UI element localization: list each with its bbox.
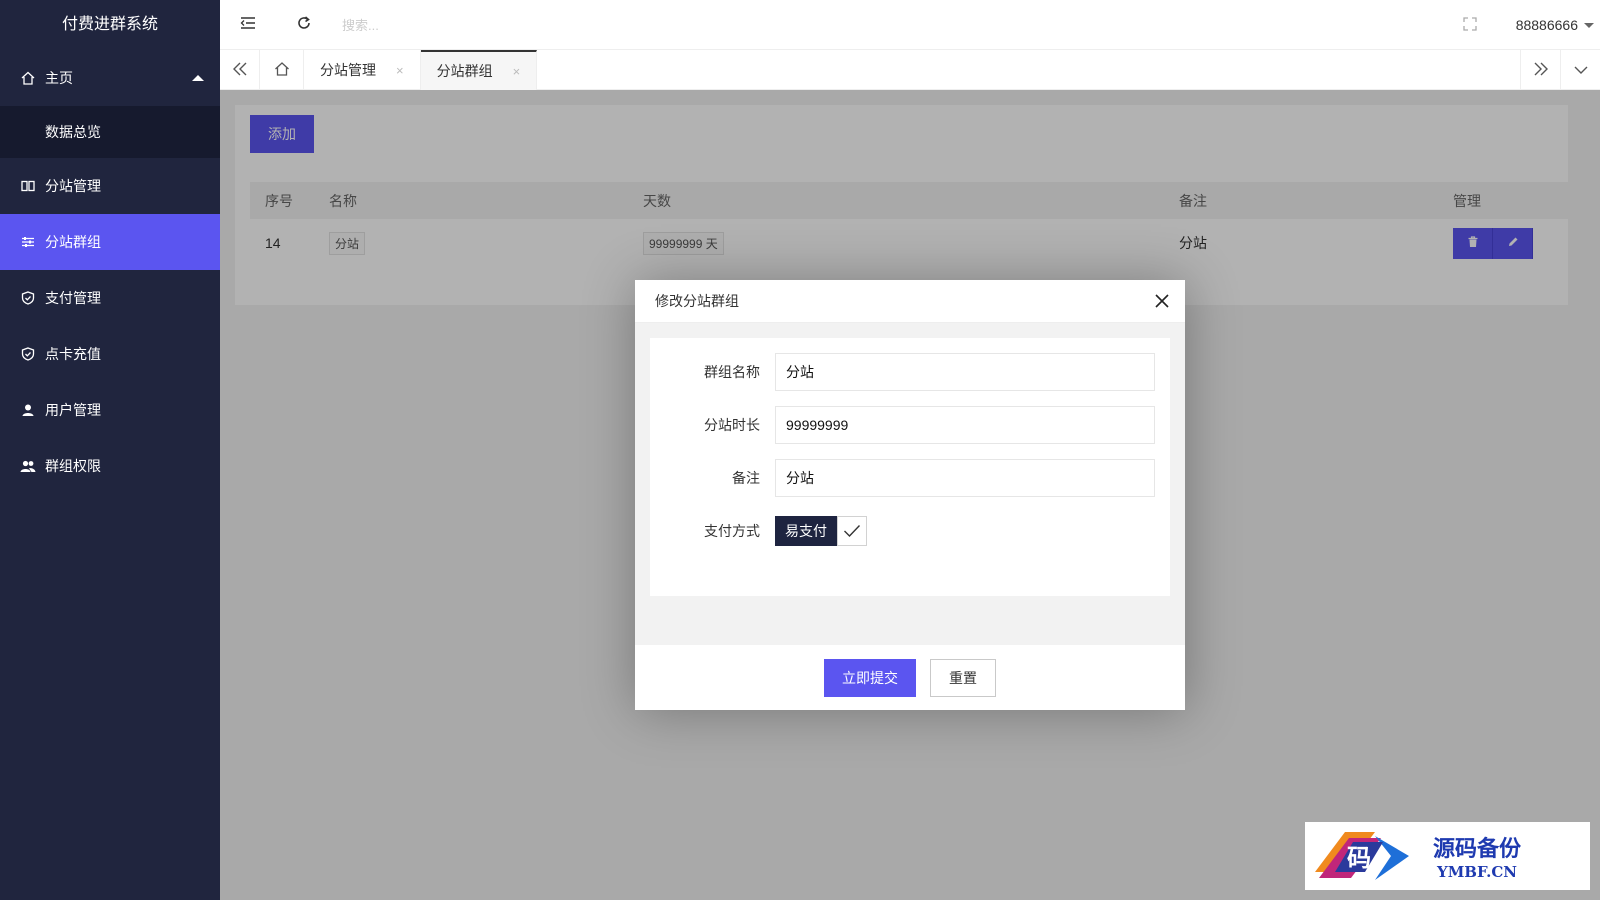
double-chevron-right-icon	[1533, 62, 1549, 79]
sidebar-item-label: 分站群组	[45, 234, 101, 250]
user-icon	[20, 402, 36, 418]
shield-check-icon	[20, 346, 36, 362]
sidebar-item-label: 支付管理	[45, 290, 101, 306]
note-input[interactable]: 分站	[775, 459, 1155, 497]
dialog-header: 修改分站群组	[635, 280, 1185, 323]
payment-option-label: 易支付	[775, 516, 837, 546]
shield-check-icon	[20, 290, 36, 306]
field-label: 支付方式	[704, 523, 760, 539]
svg-text:码: 码	[1347, 843, 1371, 872]
checkmark-icon	[837, 516, 867, 546]
caret-down-icon	[1584, 22, 1594, 28]
sidebar-item-home[interactable]: 主页	[0, 50, 220, 106]
close-icon[interactable]	[1153, 292, 1171, 310]
fullscreen-button[interactable]	[1442, 0, 1498, 50]
watermark-logo: 码	[1315, 832, 1409, 880]
close-icon[interactable]: ×	[396, 63, 404, 78]
tab-label: 分站群组	[436, 63, 493, 79]
dialog-body: 群组名称 分站 分站时长 99999999 备注 分站 支付方式 易支付	[635, 323, 1185, 645]
field-label: 分站时长	[704, 417, 760, 433]
user-menu[interactable]: 88886666	[1498, 17, 1600, 33]
top-header: 搜索... 88886666	[220, 0, 1600, 50]
indent-icon	[240, 16, 256, 33]
watermark: 码 源码备份 YMBF.CN	[1305, 822, 1590, 890]
watermark-en: YMBF.CN	[1437, 863, 1518, 881]
form-row-payment: 支付方式 易支付	[650, 512, 867, 550]
sidebar-item-user-manage[interactable]: 用户管理	[0, 382, 220, 438]
edit-group-dialog: 修改分站群组 群组名称 分站 分站时长 99999999 备注 分站 支付方式 …	[635, 280, 1185, 710]
watermark-cn: 源码备份	[1433, 836, 1522, 862]
sidebar-subitem-label: 数据总览	[45, 124, 101, 140]
submit-button[interactable]: 立即提交	[824, 658, 916, 697]
refresh-button[interactable]	[276, 0, 332, 50]
fullscreen-icon	[1463, 16, 1477, 34]
tab-home[interactable]	[260, 50, 304, 90]
sidebar-item-label: 用户管理	[45, 402, 101, 418]
dialog-footer: 立即提交 重置	[635, 645, 1185, 710]
tab-label: 分站管理	[320, 62, 376, 78]
close-icon[interactable]: ×	[513, 64, 521, 79]
tab-station-group[interactable]: 分站群组 ×	[420, 50, 538, 90]
sidebar-item-card-recharge[interactable]: 点卡充值	[0, 326, 220, 382]
sliders-icon	[20, 234, 36, 250]
watermark-text: 源码备份 YMBF.CN	[1433, 831, 1521, 881]
tabs-right-controls	[1520, 50, 1600, 90]
tab-station-manage[interactable]: 分站管理 ×	[304, 50, 421, 90]
username: 88886666	[1515, 17, 1578, 33]
edit-form: 群组名称 分站 分站时长 99999999 备注 分站 支付方式 易支付	[650, 338, 1170, 596]
tabs-scroll-left-button[interactable]	[220, 50, 260, 90]
tabs-scroll-right-button[interactable]	[1520, 50, 1560, 90]
caret-up-icon	[192, 75, 204, 81]
header-right: 88886666	[1442, 0, 1600, 50]
refresh-icon	[296, 15, 312, 34]
app-title: 付费进群系统	[61, 16, 158, 33]
field-label: 备注	[732, 470, 760, 486]
sidebar: 付费进群系统 主页 数据总览 分站管理 分站群组 支付管理 点卡充值 用户管理 …	[0, 0, 220, 900]
tabs-menu-button[interactable]	[1560, 50, 1600, 90]
home-icon	[20, 70, 36, 86]
menu-toggle-button[interactable]	[220, 0, 276, 50]
payment-checkbox[interactable]: 易支付	[775, 516, 867, 546]
sidebar-item-label: 主页	[45, 70, 73, 86]
columns-icon	[20, 178, 36, 194]
search-input[interactable]: 搜索...	[342, 15, 379, 34]
home-icon	[274, 61, 290, 80]
sidebar-item-label: 点卡充值	[45, 346, 101, 362]
sidebar-item-station-group[interactable]: 分站群组	[0, 214, 220, 270]
duration-input[interactable]: 99999999	[775, 406, 1155, 444]
sidebar-item-station-manage[interactable]: 分站管理	[0, 158, 220, 214]
dialog-title: 修改分站群组	[655, 293, 739, 309]
group-name-input[interactable]: 分站	[775, 353, 1155, 391]
tabs-bar: 分站管理 × 分站群组 ×	[220, 50, 1600, 90]
form-row-duration: 分站时长 99999999	[650, 406, 1155, 444]
sidebar-subitem-overview[interactable]: 数据总览	[0, 106, 220, 158]
form-row-note: 备注 分站	[650, 459, 1155, 497]
double-chevron-left-icon	[232, 62, 248, 79]
sidebar-item-label: 群组权限	[45, 458, 101, 474]
sidebar-item-payment-manage[interactable]: 支付管理	[0, 270, 220, 326]
field-label: 群组名称	[704, 364, 760, 380]
chevron-down-icon	[1574, 62, 1588, 78]
reset-button[interactable]: 重置	[930, 658, 996, 697]
form-row-group-name: 群组名称 分站	[650, 353, 1155, 391]
sidebar-item-label: 分站管理	[45, 178, 101, 194]
sidebar-item-group-permissions[interactable]: 群组权限	[0, 438, 220, 494]
users-icon	[20, 458, 36, 474]
